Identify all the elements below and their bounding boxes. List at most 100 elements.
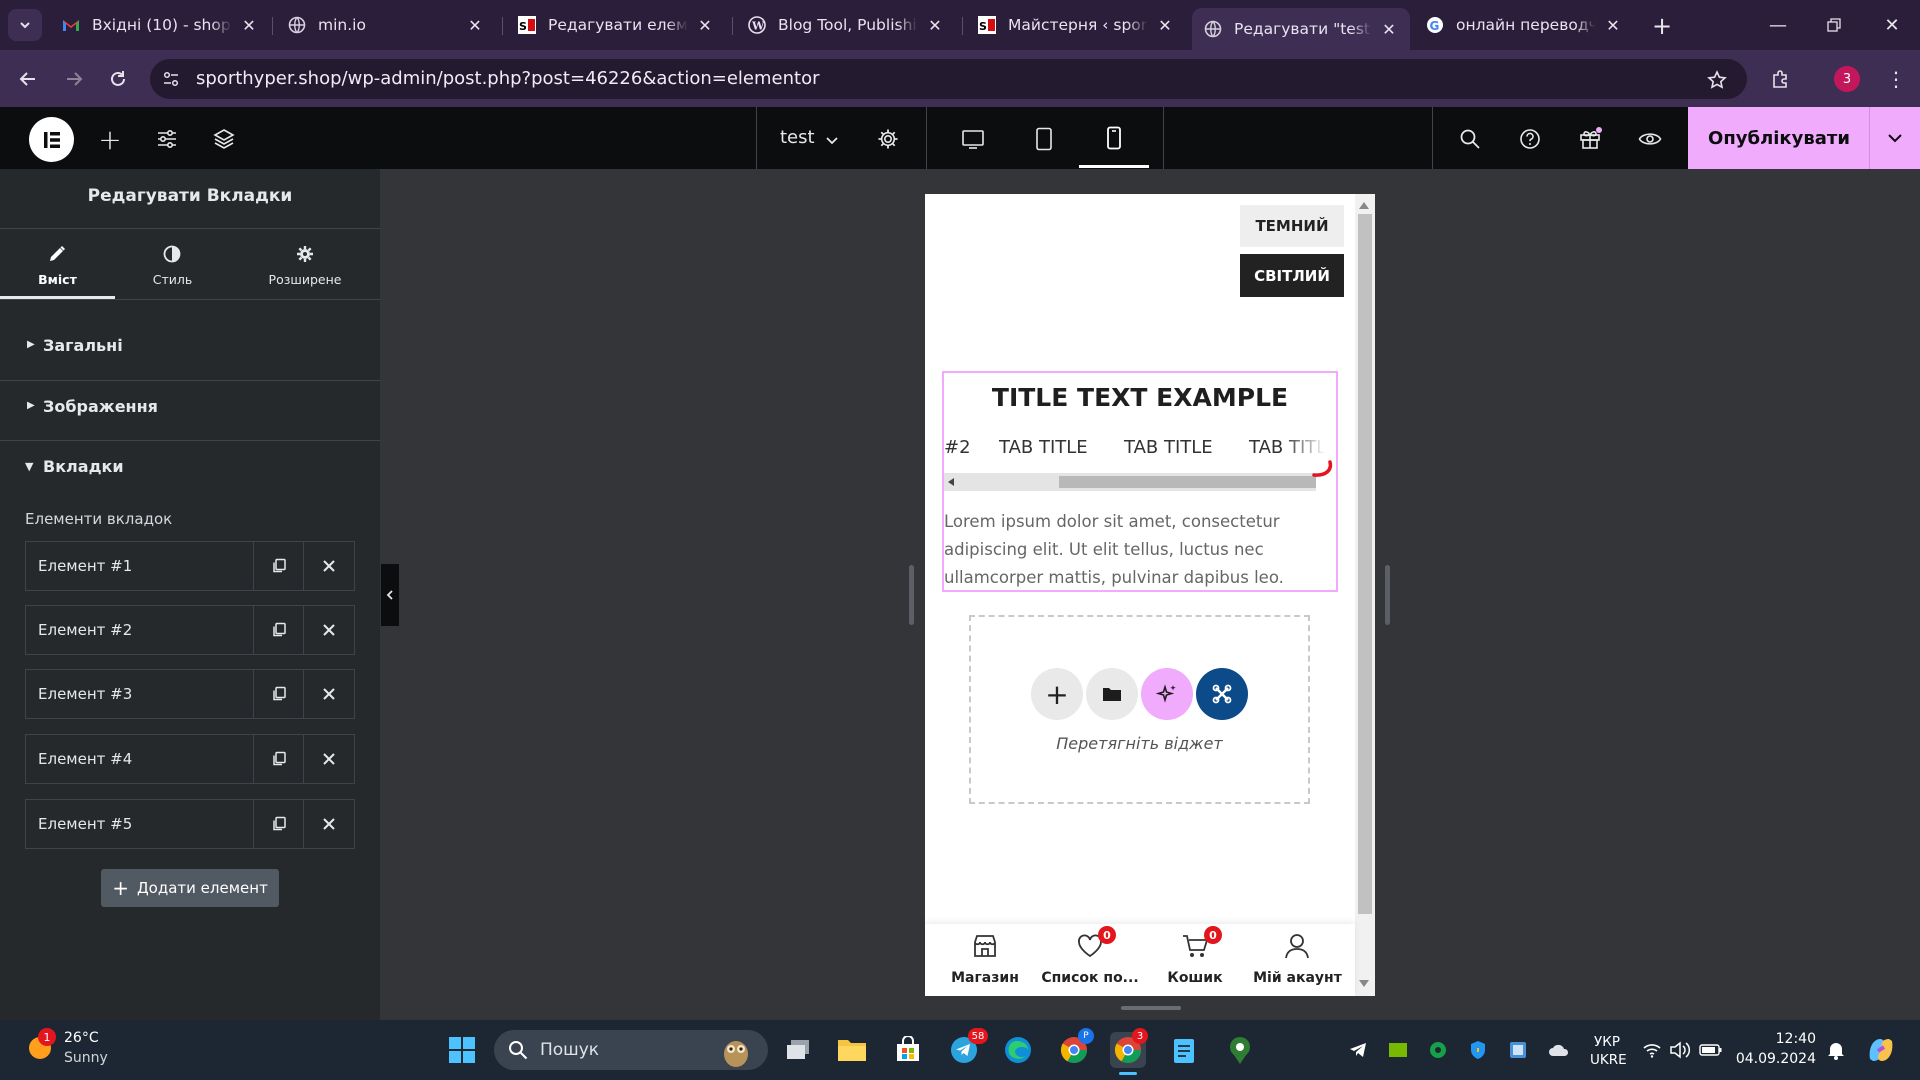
minimize-button[interactable]: — (1758, 10, 1798, 40)
remove-icon[interactable] (304, 542, 354, 590)
site-info-icon[interactable] (160, 68, 182, 90)
scroll-up-arrow[interactable] (1359, 202, 1369, 209)
document-title[interactable]: test (780, 127, 815, 148)
section-tabs[interactable]: ▼ Вкладки (0, 443, 380, 493)
tab-search-button[interactable] (8, 9, 42, 41)
repeater-item[interactable]: Елемент #5 (25, 799, 355, 849)
clock[interactable]: 12:40 04.09.2024 (1734, 1031, 1816, 1067)
browser-tab-edit-element[interactable]: S Редагувати елемент ✕ (506, 8, 726, 42)
resize-handle-left[interactable] (909, 565, 914, 625)
app-tray-icon[interactable] (1506, 1038, 1530, 1062)
duplicate-icon[interactable] (254, 670, 304, 718)
tab-title[interactable]: TAB TITLE (1124, 437, 1213, 458)
resize-handle-right[interactable] (1385, 565, 1390, 625)
forward-button[interactable] (58, 63, 90, 95)
browser-tab-gmail[interactable]: Вхідні (10) - shop.spo ✕ (50, 8, 270, 42)
scroll-down-arrow[interactable] (1359, 980, 1369, 987)
extensions-button[interactable] (1766, 64, 1796, 94)
notepad-button[interactable] (1166, 1032, 1202, 1068)
repeater-item[interactable]: Елемент #1 (25, 541, 355, 591)
publish-options-button[interactable] (1870, 107, 1920, 169)
bookmark-star-icon[interactable] (1702, 66, 1732, 94)
repeater-item-title[interactable]: Елемент #4 (26, 735, 254, 783)
section-general[interactable]: ▶ Загальні (0, 322, 380, 372)
publish-button[interactable]: Опублікувати (1688, 107, 1870, 169)
elementor-logo-button[interactable] (29, 117, 74, 162)
scrollbar-thumb[interactable] (1358, 214, 1372, 914)
browser-tab-translator[interactable]: G онлайн переводчик ✕ (1414, 8, 1634, 42)
close-tab-icon[interactable]: ✕ (1604, 16, 1622, 35)
add-element-button[interactable]: + (95, 121, 125, 157)
browser-menu-button[interactable]: ⋮ (1886, 64, 1906, 94)
device-tablet-button[interactable] (1029, 124, 1059, 154)
chrome-active-button[interactable]: 3 (1110, 1028, 1148, 1068)
duplicate-icon[interactable] (254, 800, 304, 848)
panel-tab-content[interactable]: Вміст (0, 229, 115, 299)
browser-tab-workshop[interactable]: S Майстерня ‹ sporthy ✕ (966, 8, 1186, 42)
telegram-tray-icon[interactable] (1346, 1038, 1370, 1062)
copilot-button[interactable] (1864, 1034, 1898, 1066)
theme-dark-button[interactable]: ТЕМНИЙ (1240, 205, 1344, 247)
battery-icon[interactable] (1698, 1038, 1724, 1062)
notifications-bell-icon[interactable] (1824, 1038, 1848, 1062)
panel-tab-style[interactable]: Стиль (115, 229, 230, 299)
start-button[interactable] (444, 1032, 480, 1068)
device-desktop-button[interactable] (958, 124, 988, 154)
close-tab-icon[interactable]: ✕ (696, 16, 714, 35)
volume-icon[interactable] (1668, 1038, 1692, 1062)
repeater-item[interactable]: Елемент #4 (25, 734, 355, 784)
language-indicator[interactable]: УКР UKRE (1590, 1034, 1627, 1068)
nav-item-account[interactable]: Мій акаунт (1245, 932, 1350, 990)
reload-button[interactable] (102, 63, 134, 95)
scroll-left-arrow[interactable] (948, 478, 954, 486)
close-tab-icon[interactable]: ✕ (466, 16, 484, 35)
nav-item-cart[interactable]: 0 Кошик (1150, 926, 1240, 990)
duplicate-icon[interactable] (254, 735, 304, 783)
telegram-button[interactable]: 58 (946, 1028, 988, 1068)
duplicate-icon[interactable] (254, 542, 304, 590)
repeater-item-title[interactable]: Елемент #2 (26, 606, 254, 654)
remove-icon[interactable] (304, 606, 354, 654)
tabs-widget[interactable]: TITLE TEXT EXAMPLE #2 TAB TITLE TAB TITL… (942, 371, 1338, 592)
device-mobile-button[interactable] (1079, 107, 1149, 169)
panel-tab-advanced[interactable]: Розширене (230, 229, 380, 299)
ai-assistant-button[interactable] (1141, 668, 1193, 720)
close-tab-icon[interactable]: ✕ (240, 16, 258, 35)
section-image[interactable]: ▶ Зображення (0, 383, 380, 433)
maps-app-button[interactable] (1222, 1032, 1258, 1068)
new-tab-button[interactable]: + (1648, 12, 1676, 40)
tabs-horizontal-scrollbar[interactable] (944, 473, 1316, 491)
nvidia-tray-icon[interactable] (1386, 1038, 1410, 1062)
file-explorer-button[interactable] (834, 1032, 870, 1068)
whats-new-button[interactable] (1575, 124, 1605, 154)
duplicate-icon[interactable] (254, 606, 304, 654)
plugin-addon-button[interactable] (1196, 668, 1248, 720)
bottom-resize-handle[interactable] (1121, 1006, 1181, 1010)
repeater-item-title[interactable]: Елемент #5 (26, 800, 254, 848)
site-settings-button[interactable] (152, 124, 182, 154)
weather-tray-icon[interactable] (1546, 1038, 1572, 1062)
weather-widget[interactable]: 1 26°C Sunny (10, 1024, 140, 1076)
nav-item-wishlist[interactable]: 0 Список по... (1040, 926, 1140, 990)
back-button[interactable] (12, 63, 44, 95)
help-button[interactable] (1515, 124, 1545, 154)
profile-avatar[interactable]: 3 (1834, 66, 1860, 92)
browser-tab-minio[interactable]: min.io ✕ (276, 8, 496, 42)
close-tab-icon[interactable]: ✕ (926, 16, 944, 35)
security-tray-icon[interactable] (1466, 1038, 1490, 1062)
tab-title[interactable]: #2 (944, 437, 971, 458)
close-tab-icon[interactable]: ✕ (1380, 20, 1398, 39)
task-view-button[interactable] (780, 1032, 816, 1068)
taskbar-search[interactable]: Пошук (494, 1030, 768, 1070)
repeater-item-title[interactable]: Елемент #3 (26, 670, 254, 718)
finder-search-button[interactable] (1455, 124, 1485, 154)
add-template-button[interactable] (1086, 668, 1138, 720)
add-item-button[interactable]: + Додати елемент (101, 869, 279, 907)
url-text[interactable]: sporthyper.shop/wp-admin/post.php?post=4… (196, 68, 820, 89)
repeater-item[interactable]: Елемент #3 (25, 669, 355, 719)
edge-button[interactable] (1000, 1032, 1036, 1068)
document-menu-chevron[interactable] (820, 128, 844, 152)
structure-button[interactable] (209, 124, 239, 154)
remove-icon[interactable] (304, 800, 354, 848)
vpn-tray-icon[interactable] (1426, 1038, 1450, 1062)
